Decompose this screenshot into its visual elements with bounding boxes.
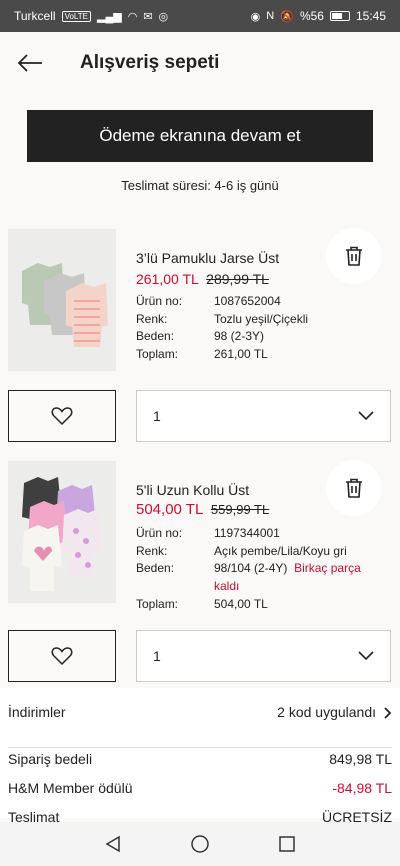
trash-icon: [346, 246, 362, 266]
nav-home-icon[interactable]: [190, 834, 210, 854]
battery-percent: %56: [299, 9, 324, 23]
instagram-icon: ◎: [158, 10, 169, 23]
favorite-button[interactable]: [8, 630, 116, 682]
total-value: 261,00 TL: [214, 346, 268, 361]
heart-icon: [51, 647, 73, 666]
color-label: Renk:: [136, 311, 168, 326]
quantity-select[interactable]: 1: [136, 390, 391, 442]
color-value: Açık pembe/Lila/Koyu gri: [214, 543, 347, 558]
price-row: 504,00 TL 559,99 TL: [136, 501, 269, 518]
discounts-row[interactable]: İndirimler 2 kod uygulandı: [8, 704, 392, 748]
signal-icon: ▂▄▆: [96, 10, 122, 23]
chevron-down-icon: [358, 651, 374, 661]
chevron-down-icon: [358, 411, 374, 421]
system-nav-bar: [0, 822, 400, 866]
wifi-icon: ◠: [127, 10, 138, 23]
carrier-name: Turkcell: [14, 9, 56, 23]
product-no-label: Ürün no:: [136, 294, 183, 308]
size-label: Beden:: [136, 329, 175, 343]
size-value: 98/104 (2-4Y): [214, 561, 288, 575]
mute-icon: 🔕: [280, 10, 294, 23]
eye-icon: ◉: [250, 10, 261, 23]
total-label: Toplam:: [136, 346, 179, 361]
trash-icon: [346, 478, 362, 498]
quantity-value: 1: [153, 408, 161, 424]
product-attributes: Ürün no: 1087652004 Renk: Tozlu yeşil/Çiçe…: [136, 293, 308, 363]
member-reward-row: H&M Member ödülü -84,98 TL: [8, 780, 392, 796]
product-no-label: Ürün no:: [136, 526, 183, 540]
quantity-select[interactable]: 1: [136, 630, 391, 682]
order-value-row: Sipariş bedeli 849,98 TL: [8, 751, 392, 767]
back-button[interactable]: [0, 32, 60, 94]
product-name[interactable]: 3’lü Pamuklu Jarse Üst: [136, 250, 279, 266]
nav-recents-icon[interactable]: [278, 835, 296, 853]
quantity-value: 1: [153, 648, 161, 664]
mail-icon: ✉: [143, 10, 153, 23]
member-reward-value: -84,98 TL: [332, 780, 392, 796]
product-name[interactable]: 5'li Uzun Kollu Üst: [136, 482, 249, 498]
order-value: 849,98 TL: [329, 751, 392, 767]
product-no: 1087652004: [214, 294, 281, 308]
volte-badge: VoLTE: [61, 10, 91, 22]
favorite-button[interactable]: [8, 390, 116, 442]
color-value: Tozlu yeşil/Çiçekli: [214, 311, 309, 326]
current-price: 261,00 TL: [136, 271, 199, 287]
delivery-time: Teslimat süresi: 4-6 iş günü: [121, 178, 279, 193]
product-image[interactable]: [8, 461, 116, 603]
clock: 15:45: [355, 9, 386, 23]
size-label: Beden:: [136, 561, 175, 575]
chevron-right-icon: [384, 707, 392, 719]
back-arrow-icon: [17, 54, 42, 72]
status-bar: Turkcell VoLTE ▂▄▆ ◠ ✉ ◎ ◉ N 🔕 %56 15:45: [0, 0, 400, 32]
product-image[interactable]: [8, 229, 116, 371]
color-label: Renk:: [136, 543, 168, 558]
product-no: 1197344001: [214, 526, 280, 540]
old-price: 289,99 TL: [206, 271, 269, 287]
nfc-icon: N: [266, 10, 275, 22]
old-price: 559,99 TL: [210, 502, 270, 517]
total-value: 504,00 TL: [214, 597, 268, 611]
order-value-label: Sipariş bedeli: [8, 751, 93, 767]
size-value: 98 (2-3Y): [214, 329, 265, 343]
discounts-value: 2 kod uygulandı: [277, 704, 376, 720]
price-row: 261,00 TL 289,99 TL: [136, 271, 269, 287]
discounts-label: İndirimler: [8, 704, 66, 720]
heart-icon: [51, 407, 73, 426]
current-price: 504,00 TL: [136, 501, 203, 518]
member-reward-label: H&M Member ödülü: [8, 780, 133, 796]
remove-item-button[interactable]: [326, 460, 382, 516]
battery-icon: [329, 11, 350, 21]
header: Alışveriş sepeti: [0, 32, 400, 94]
shirts-illustration: [8, 229, 116, 371]
nav-back-icon[interactable]: [104, 835, 122, 853]
checkout-button[interactable]: Ödeme ekranına devam et: [27, 110, 373, 162]
product-attributes: Ürün no: 1197344001 Renk: Açık pembe/Lila/…: [136, 525, 384, 614]
order-summary: İndirimler 2 kod uygulandı Sipariş bedel…: [0, 688, 400, 825]
total-label: Toplam:: [136, 597, 179, 611]
page-title: Alışveriş sepeti: [80, 52, 220, 73]
shirts-illustration: [8, 461, 116, 603]
remove-item-button[interactable]: [326, 228, 382, 284]
